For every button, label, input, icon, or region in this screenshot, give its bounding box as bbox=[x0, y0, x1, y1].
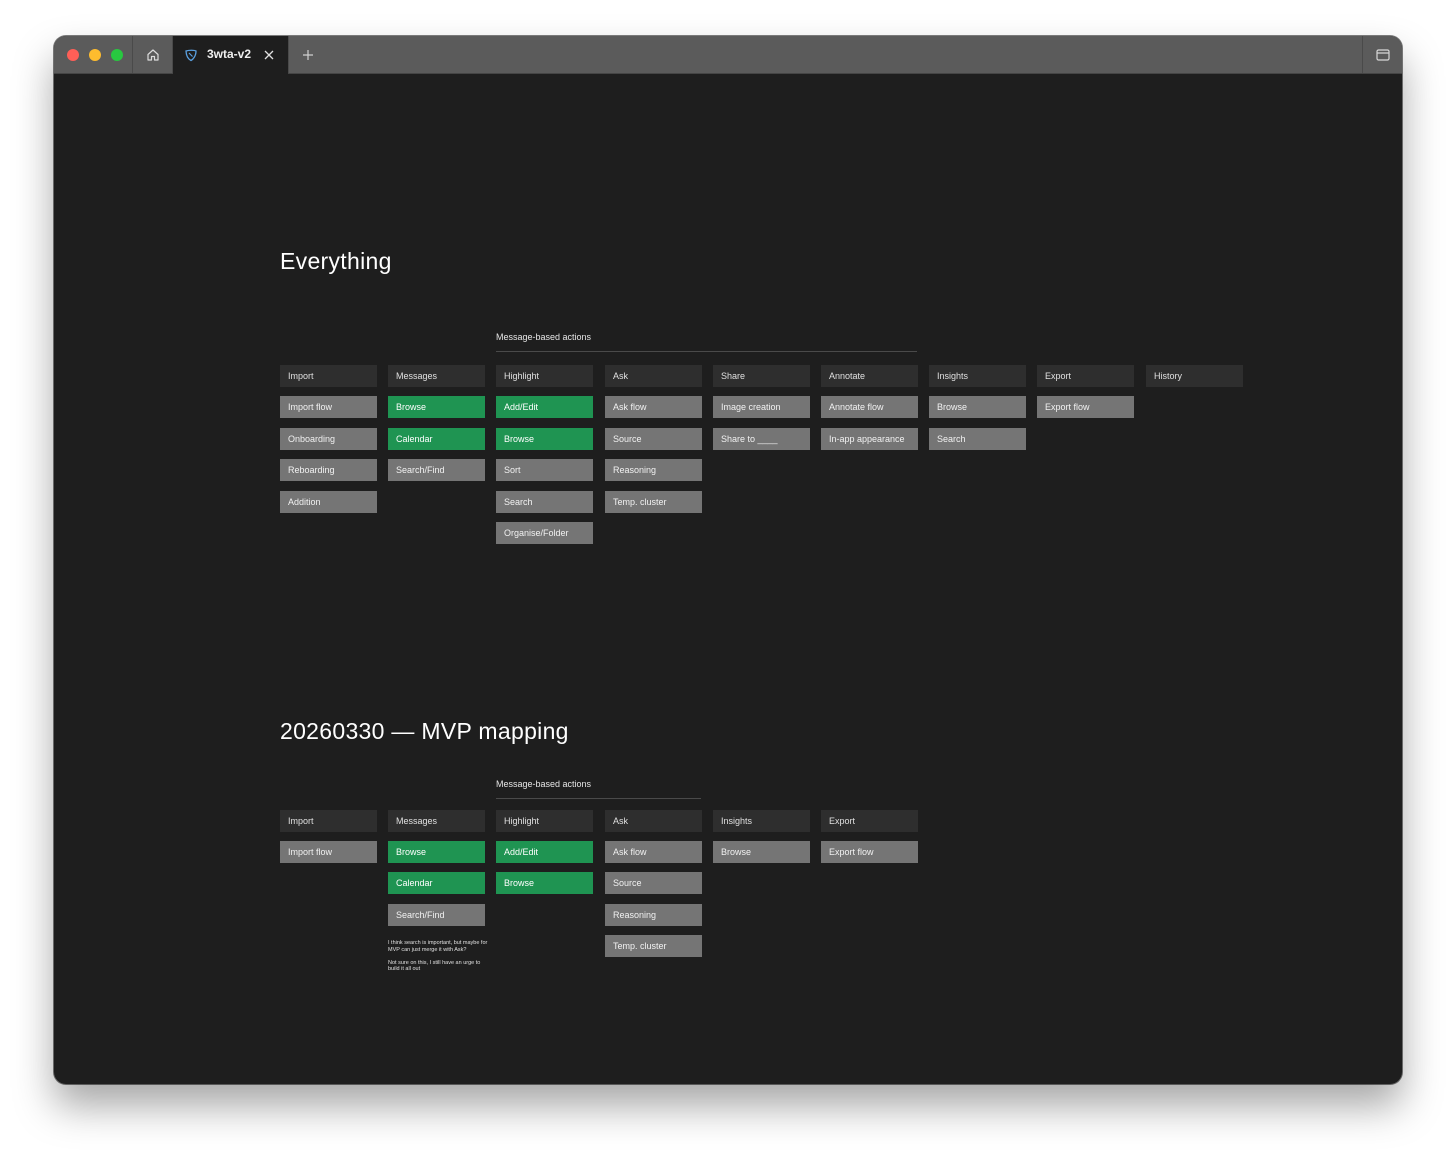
group-divider bbox=[496, 351, 917, 352]
browser-window: 3wta-v2 Everything Message-based actions… bbox=[54, 36, 1402, 1084]
column-header-insights[interactable]: Insights bbox=[713, 810, 810, 832]
card-image-creation[interactable]: Image creation bbox=[713, 396, 810, 418]
card-add-edit[interactable]: Add/Edit bbox=[496, 396, 593, 418]
sticky-note: I think search is important, but maybe f… bbox=[388, 940, 488, 972]
new-tab-button[interactable] bbox=[298, 45, 318, 65]
card-export-flow[interactable]: Export flow bbox=[1037, 396, 1134, 418]
column-header-import[interactable]: Import bbox=[280, 810, 377, 832]
card-temp-cluster[interactable]: Temp. cluster bbox=[605, 491, 702, 513]
card-calendar[interactable]: Calendar bbox=[388, 872, 485, 894]
section-title-mvp: 20260330 — MVP mapping bbox=[280, 718, 569, 744]
card-addition[interactable]: Addition bbox=[280, 491, 377, 513]
card-browse[interactable]: Browse bbox=[713, 841, 810, 863]
close-window-button[interactable] bbox=[67, 49, 79, 61]
card-organise-folder[interactable]: Organise/Folder bbox=[496, 522, 593, 544]
titlebar-divider bbox=[288, 36, 289, 73]
card-sort[interactable]: Sort bbox=[496, 459, 593, 481]
column-header-highlight[interactable]: Highlight bbox=[496, 810, 593, 832]
card-calendar[interactable]: Calendar bbox=[388, 428, 485, 450]
group-label-message-actions: Message-based actions bbox=[496, 332, 592, 342]
card-search[interactable]: Search bbox=[496, 491, 593, 513]
tab-title: 3wta-v2 bbox=[207, 47, 252, 61]
card-source[interactable]: Source bbox=[605, 428, 702, 450]
plus-icon bbox=[303, 50, 313, 60]
card-in-app-appearance[interactable]: In-app appearance bbox=[821, 428, 918, 450]
column-header-insights[interactable]: Insights bbox=[929, 365, 1026, 387]
card-source[interactable]: Source bbox=[605, 872, 702, 894]
card-search[interactable]: Search bbox=[929, 428, 1026, 450]
card-browse[interactable]: Browse bbox=[929, 396, 1026, 418]
card-browse[interactable]: Browse bbox=[388, 841, 485, 863]
column-header-export[interactable]: Export bbox=[821, 810, 918, 832]
card-search-find[interactable]: Search/Find bbox=[388, 459, 485, 481]
sidebar-toggle-icon bbox=[1375, 48, 1390, 61]
card-share-to[interactable]: Share to ____ bbox=[713, 428, 810, 450]
column-header-annotate[interactable]: Annotate bbox=[821, 365, 918, 387]
column-header-messages[interactable]: Messages bbox=[388, 810, 485, 832]
section-title-everything: Everything bbox=[280, 248, 392, 274]
column-header-export[interactable]: Export bbox=[1037, 365, 1134, 387]
column-header-import[interactable]: Import bbox=[280, 365, 377, 387]
home-button[interactable] bbox=[134, 36, 172, 73]
close-icon[interactable] bbox=[263, 49, 275, 61]
titlebar-divider bbox=[132, 36, 133, 73]
column-header-share[interactable]: Share bbox=[713, 365, 810, 387]
card-import-flow[interactable]: Import flow bbox=[280, 841, 377, 863]
leaf-icon bbox=[185, 49, 197, 62]
card-import-flow[interactable]: Import flow bbox=[280, 396, 377, 418]
column-header-highlight[interactable]: Highlight bbox=[496, 365, 593, 387]
column-header-ask[interactable]: Ask bbox=[605, 810, 702, 832]
home-icon bbox=[147, 48, 159, 61]
card-reasoning[interactable]: Reasoning bbox=[605, 459, 702, 481]
tab-active[interactable]: 3wta-v2 bbox=[173, 36, 288, 74]
card-browse[interactable]: Browse bbox=[496, 872, 593, 894]
column-header-history[interactable]: History bbox=[1146, 365, 1243, 387]
card-ask-flow[interactable]: Ask flow bbox=[605, 841, 702, 863]
card-reasoning[interactable]: Reasoning bbox=[605, 904, 702, 926]
minimize-window-button[interactable] bbox=[89, 49, 101, 61]
card-temp-cluster[interactable]: Temp. cluster bbox=[605, 935, 702, 957]
card-export-flow[interactable]: Export flow bbox=[821, 841, 918, 863]
card-search-find[interactable]: Search/Find bbox=[388, 904, 485, 926]
card-ask-flow[interactable]: Ask flow bbox=[605, 396, 702, 418]
column-header-ask[interactable]: Ask bbox=[605, 365, 702, 387]
card-reboarding[interactable]: Reboarding bbox=[280, 459, 377, 481]
canvas: Everything Message-based actions Import I… bbox=[54, 74, 1402, 1084]
card-onboarding[interactable]: Onboarding bbox=[280, 428, 377, 450]
title-bar: 3wta-v2 bbox=[54, 36, 1402, 74]
card-annotate-flow[interactable]: Annotate flow bbox=[821, 396, 918, 418]
card-browse[interactable]: Browse bbox=[388, 396, 485, 418]
card-add-edit[interactable]: Add/Edit bbox=[496, 841, 593, 863]
group-label-message-actions: Message-based actions bbox=[496, 779, 592, 789]
column-header-messages[interactable]: Messages bbox=[388, 365, 485, 387]
group-divider bbox=[496, 798, 701, 799]
sidebar-toggle-button[interactable] bbox=[1363, 36, 1402, 73]
zoom-window-button[interactable] bbox=[111, 49, 123, 61]
card-browse[interactable]: Browse bbox=[496, 428, 593, 450]
